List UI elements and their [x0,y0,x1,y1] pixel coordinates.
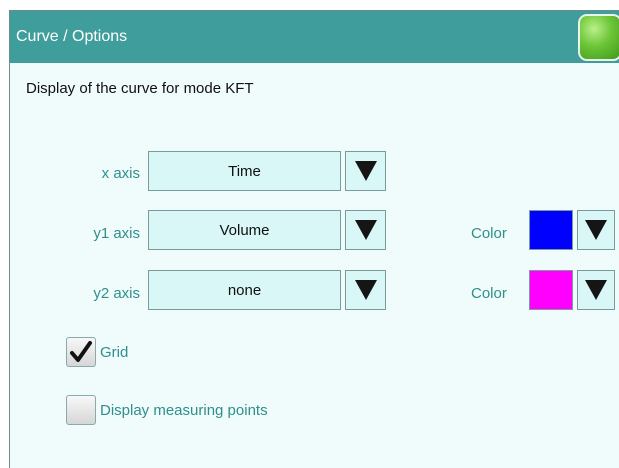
status-light-button[interactable] [578,14,619,61]
x-axis-value[interactable]: Time [148,151,341,191]
y1-axis-value[interactable]: Volume [148,210,341,250]
title-bar: Curve / Options [10,11,619,63]
x-axis-select[interactable]: Time [148,151,386,191]
y1-color-label: Color [471,225,507,242]
y1-axis-label: y1 axis [93,225,140,242]
triangle-down-icon [585,220,607,240]
dialog-window: Curve / Options Display of the curve for… [9,10,619,468]
triangle-down-icon [585,280,607,300]
triangle-down-icon [354,161,377,181]
y1-color-swatch[interactable] [529,210,573,250]
measuring-points-checkbox[interactable] [66,395,96,425]
y2-axis-value[interactable]: none [148,270,341,310]
page-heading: Display of the curve for mode KFT [26,80,254,97]
triangle-down-icon [354,220,377,240]
checkmark-icon [70,341,92,362]
y2-color-swatch[interactable] [529,270,573,310]
y1-color-dropdown-button[interactable] [577,210,615,250]
window-title: Curve / Options [16,28,128,45]
y1-axis-select[interactable]: Volume [148,210,386,250]
y2-color-dropdown-button[interactable] [577,270,615,310]
grid-checkbox[interactable] [66,337,96,367]
grid-label[interactable]: Grid [100,344,128,361]
x-axis-dropdown-button[interactable] [345,151,386,191]
y2-axis-select[interactable]: none [148,270,386,310]
x-axis-label: x axis [101,165,140,182]
y2-color-label: Color [471,285,507,302]
triangle-down-icon [354,280,377,300]
y2-axis-dropdown-button[interactable] [345,270,386,310]
y1-axis-dropdown-button[interactable] [345,210,386,250]
y2-axis-label: y2 axis [93,285,140,302]
measuring-points-label[interactable]: Display measuring points [100,402,268,419]
